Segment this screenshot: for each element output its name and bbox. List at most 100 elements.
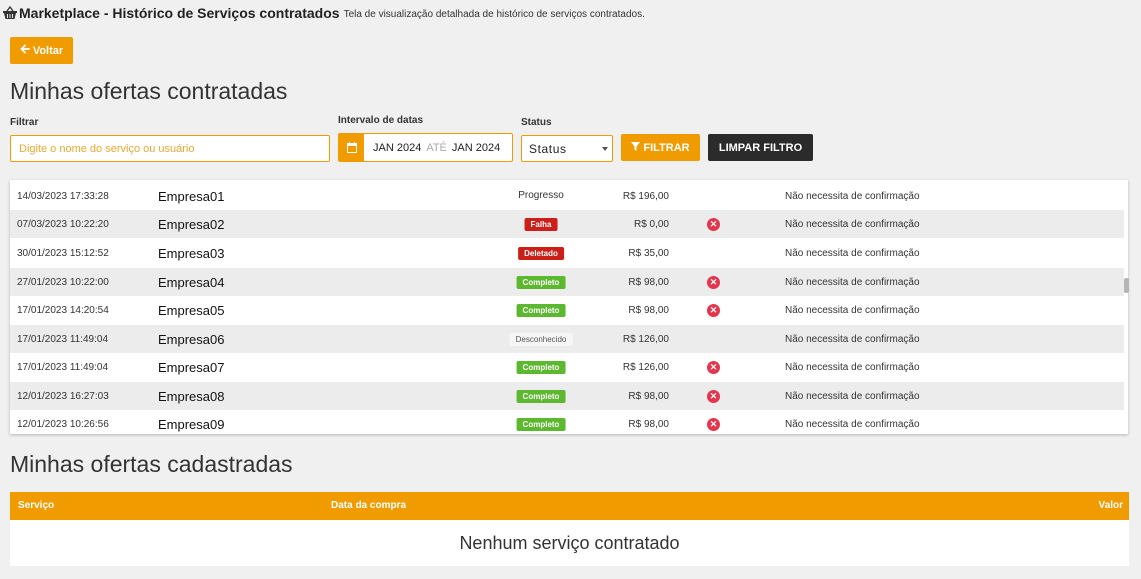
status-badge: Completo <box>516 304 566 317</box>
contracted-offers-heading: Minhas ofertas contratadas <box>10 78 288 104</box>
row-date: 17/01/2023 11:49:04 <box>17 362 109 373</box>
column-header-value[interactable]: Valor <box>1099 500 1123 511</box>
page-subtitle: Tela de visualização detalhada de histór… <box>343 9 645 20</box>
row-confirmation: Não necessita de confirmação <box>785 419 920 430</box>
cancel-icon[interactable]: ✕ <box>707 304 720 317</box>
status-badge: Deletado <box>518 247 564 260</box>
row-company: Empresa07 <box>158 360 225 375</box>
row-date: 17/01/2023 11:49:04 <box>17 334 109 345</box>
table-row[interactable]: 17/01/2023 14:20:54 Empresa05 Completo R$ 9… <box>10 296 1124 324</box>
row-value: R$ 196,00 <box>622 191 669 202</box>
row-value: R$ 98,00 <box>628 391 669 402</box>
row-company: Empresa01 <box>158 189 225 204</box>
contracted-offers-table[interactable]: 14/03/2023 17:33:28 Empresa01 Progresso R$ … <box>10 180 1128 434</box>
basket-icon <box>2 5 18 21</box>
row-confirmation: Não necessita de confirmação <box>785 191 920 202</box>
date-range-picker[interactable]: JAN 2024 ATÉ JAN 2024 <box>338 133 513 162</box>
row-value: R$ 98,00 <box>628 305 669 316</box>
table-row[interactable]: 12/01/2023 16:27:03 Empresa08 Completo R$ 9… <box>10 382 1124 410</box>
status-select[interactable]: Status <box>521 135 613 162</box>
row-value: R$ 98,00 <box>628 419 669 430</box>
cancel-icon[interactable]: ✕ <box>707 390 720 403</box>
row-company: Empresa03 <box>158 246 225 261</box>
cancel-icon[interactable]: ✕ <box>707 418 720 431</box>
row-value: R$ 98,00 <box>628 277 669 288</box>
row-confirmation: Não necessita de confirmação <box>785 305 920 316</box>
table-row[interactable]: 30/01/2023 15:12:52 Empresa03 Deletado R$ 3… <box>10 239 1124 267</box>
date-to[interactable]: JAN 2024 <box>452 142 500 154</box>
status-badge: Progresso <box>518 190 564 201</box>
funnel-icon <box>631 141 641 154</box>
status-badge-label: Deletado <box>518 247 564 260</box>
back-button[interactable]: Voltar <box>10 37 73 64</box>
row-company: Empresa02 <box>158 217 225 232</box>
row-confirmation: Não necessita de confirmação <box>785 277 920 288</box>
status-badge-label: Completo <box>516 361 566 374</box>
filter-label: Filtrar <box>10 117 39 128</box>
row-confirmation: Não necessita de confirmação <box>785 362 920 373</box>
search-input[interactable] <box>10 135 330 162</box>
status-badge-label: Falha <box>524 218 558 231</box>
status-badge-label: Desconhecido <box>509 333 573 346</box>
table-row[interactable]: 27/01/2023 10:22:00 Empresa04 Completo R$ 9… <box>10 268 1124 296</box>
row-confirmation: Não necessita de confirmação <box>785 391 920 402</box>
status-badge-label: Completo <box>516 304 566 317</box>
cancel-icon[interactable]: ✕ <box>707 361 720 374</box>
row-company: Empresa09 <box>158 417 225 432</box>
row-company: Empresa08 <box>158 389 225 404</box>
arrow-left-icon <box>20 44 30 57</box>
date-range-label: Intervalo de datas <box>338 115 424 126</box>
status-badge: Completo <box>516 276 566 289</box>
column-header-purchase-date[interactable]: Data da compra <box>331 500 406 511</box>
row-date: 17/01/2023 14:20:54 <box>17 305 109 316</box>
status-badge-label: Completo <box>516 418 566 431</box>
table-row[interactable]: 17/01/2023 11:49:04 Empresa07 Completo R$ 1… <box>10 353 1124 381</box>
row-company: Empresa06 <box>158 332 225 347</box>
empty-state-message: Nenhum serviço contratado <box>10 520 1129 566</box>
calendar-icon <box>339 134 364 161</box>
status-badge-label: Completo <box>516 390 566 403</box>
row-confirmation: Não necessita de confirmação <box>785 219 920 230</box>
row-value: R$ 126,00 <box>622 334 669 345</box>
filter-button-label: FILTRAR <box>643 141 690 154</box>
status-badge: Completo <box>516 418 566 431</box>
table-row[interactable]: 07/03/2023 10:22:20 Empresa02 Falha R$ 0,00… <box>10 210 1124 238</box>
row-value: R$ 35,00 <box>628 248 669 259</box>
row-date: 14/03/2023 17:33:28 <box>17 191 109 202</box>
chevron-down-icon <box>602 147 608 151</box>
table-row[interactable]: 14/03/2023 17:33:28 Empresa01 Progresso R$ … <box>10 182 1124 210</box>
status-badge: Desconhecido <box>509 333 573 346</box>
row-date: 07/03/2023 10:22:20 <box>17 219 109 230</box>
table-row[interactable]: 17/01/2023 11:49:04 Empresa06 Desconhecido… <box>10 325 1124 353</box>
back-button-label: Voltar <box>32 44 64 57</box>
status-badge: Completo <box>516 361 566 374</box>
registered-offers-heading: Minhas ofertas cadastradas <box>10 451 293 477</box>
row-company: Empresa05 <box>158 303 225 318</box>
registered-table-header: Serviço Data da compra Valor <box>10 492 1129 520</box>
row-date: 27/01/2023 10:22:00 <box>17 277 109 288</box>
status-select-value: Status <box>529 141 567 156</box>
table-row[interactable]: 12/01/2023 10:26:56 Empresa09 Completo R$ 9… <box>10 410 1124 434</box>
row-confirmation: Não necessita de confirmação <box>785 334 920 345</box>
status-badge: Completo <box>516 390 566 403</box>
row-date: 30/01/2023 15:12:52 <box>17 248 109 259</box>
status-label: Status <box>521 117 552 128</box>
row-value: R$ 0,00 <box>633 219 669 230</box>
row-confirmation: Não necessita de confirmação <box>785 248 920 259</box>
date-from[interactable]: JAN 2024 <box>373 142 421 154</box>
column-header-service[interactable]: Serviço <box>18 500 54 511</box>
row-date: 12/01/2023 10:26:56 <box>17 419 109 430</box>
status-badge: Falha <box>524 218 558 231</box>
row-company: Empresa04 <box>158 275 225 290</box>
date-separator: ATÉ <box>426 141 447 154</box>
page-header: Marketplace - Histórico de Serviços cont… <box>2 4 645 22</box>
status-badge-label: Completo <box>516 276 566 289</box>
page-title: Marketplace - Histórico de Serviços cont… <box>19 5 340 21</box>
scrollbar-thumb[interactable] <box>1124 278 1129 293</box>
cancel-icon[interactable]: ✕ <box>707 218 720 231</box>
status-badge-label: Progresso <box>518 190 564 201</box>
filter-button[interactable]: FILTRAR <box>621 134 700 161</box>
cancel-icon[interactable]: ✕ <box>707 276 720 289</box>
clear-filter-button[interactable]: LIMPAR FILTRO <box>708 134 813 161</box>
row-value: R$ 126,00 <box>622 362 669 373</box>
